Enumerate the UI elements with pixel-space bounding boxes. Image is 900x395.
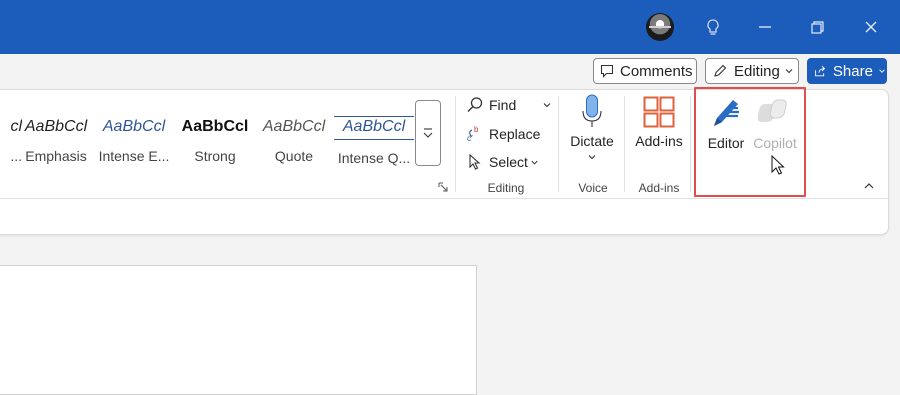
- share-icon: [815, 65, 826, 77]
- share-button[interactable]: Share: [807, 58, 887, 84]
- collapse-ribbon-icon[interactable]: [863, 181, 875, 191]
- select-label: Select: [489, 154, 528, 170]
- style-name: Strong: [194, 148, 236, 164]
- editing-mode-label: Editing: [734, 62, 780, 80]
- style-item-emphasis[interactable]: AaBbCcl Emphasis: [16, 116, 96, 164]
- document-page[interactable]: [0, 265, 477, 395]
- microphone-icon: [582, 94, 602, 127]
- dialog-launcher-icon[interactable]: [438, 182, 448, 192]
- group-separator: [690, 96, 691, 192]
- chevron-down-icon: [588, 155, 596, 160]
- comment-icon: [600, 64, 614, 78]
- magnifier-icon: [467, 97, 483, 112]
- svg-text:b: b: [474, 125, 479, 134]
- style-item-intense-quote[interactable]: AaBbCcl Intense Q...: [334, 116, 414, 166]
- mouse-cursor-icon: [771, 155, 785, 175]
- replace-button[interactable]: b c Replace: [466, 122, 540, 146]
- find-label: Find: [489, 97, 517, 113]
- chevron-down-icon: [879, 69, 885, 73]
- find-button[interactable]: Find: [466, 93, 552, 117]
- share-label: Share: [832, 62, 873, 80]
- style-name: Quote: [274, 148, 314, 164]
- editing-group-label: Editing: [487, 181, 525, 195]
- ribbon-divider: [0, 198, 889, 199]
- style-name: Emphasis: [25, 148, 87, 164]
- style-sample: AaBbCcl: [181, 118, 249, 135]
- style-sample: AaBbCcl: [262, 118, 326, 135]
- restore-icon[interactable]: [804, 14, 830, 40]
- editing-mode-button[interactable]: Editing: [705, 58, 799, 84]
- style-item-quote[interactable]: AaBbCcl Quote: [254, 116, 334, 164]
- group-separator: [455, 96, 456, 192]
- user-avatar[interactable]: [646, 13, 674, 41]
- style-item-strong[interactable]: AaBbCcl Strong: [175, 116, 255, 164]
- comments-button[interactable]: Comments: [593, 58, 697, 84]
- cursor-select-icon: [469, 153, 481, 170]
- select-button[interactable]: Select: [466, 150, 539, 174]
- voice-group-label: Voice: [578, 181, 608, 195]
- add-ins-button[interactable]: Add-ins: [632, 96, 686, 149]
- comments-label: Comments: [620, 62, 693, 80]
- style-sample: AaBbCcl: [102, 118, 166, 135]
- group-separator: [624, 96, 625, 192]
- style-item-intense-emphasis[interactable]: AaBbCcl Intense E...: [94, 116, 174, 164]
- lightbulb-icon[interactable]: [700, 14, 726, 40]
- highlight-annotation-box: [694, 87, 806, 197]
- group-separator: [558, 96, 559, 192]
- replace-icon: b c: [467, 125, 479, 143]
- add-ins-label: Add-ins: [635, 133, 683, 149]
- dictate-button[interactable]: Dictate: [565, 94, 619, 165]
- dictate-label: Dictate: [570, 133, 614, 149]
- style-sample: AaBbCcl: [24, 118, 88, 135]
- chevron-down-icon: [531, 160, 538, 165]
- style-sample: AaBbCcl: [334, 116, 414, 140]
- chevron-down-icon: [543, 103, 551, 108]
- styles-gallery-more-button[interactable]: [415, 100, 441, 166]
- close-icon[interactable]: [858, 14, 884, 40]
- add-ins-group-label: Add-ins: [638, 181, 680, 195]
- gallery-expand-icon: [423, 128, 433, 138]
- pencil-icon: [714, 64, 727, 77]
- style-name: Intense E...: [98, 148, 170, 164]
- replace-label: Replace: [489, 126, 541, 142]
- style-name: Intense Q...: [337, 150, 411, 166]
- grid-icon: [643, 96, 675, 128]
- chevron-down-icon: [785, 69, 793, 74]
- minimize-icon[interactable]: [752, 14, 778, 40]
